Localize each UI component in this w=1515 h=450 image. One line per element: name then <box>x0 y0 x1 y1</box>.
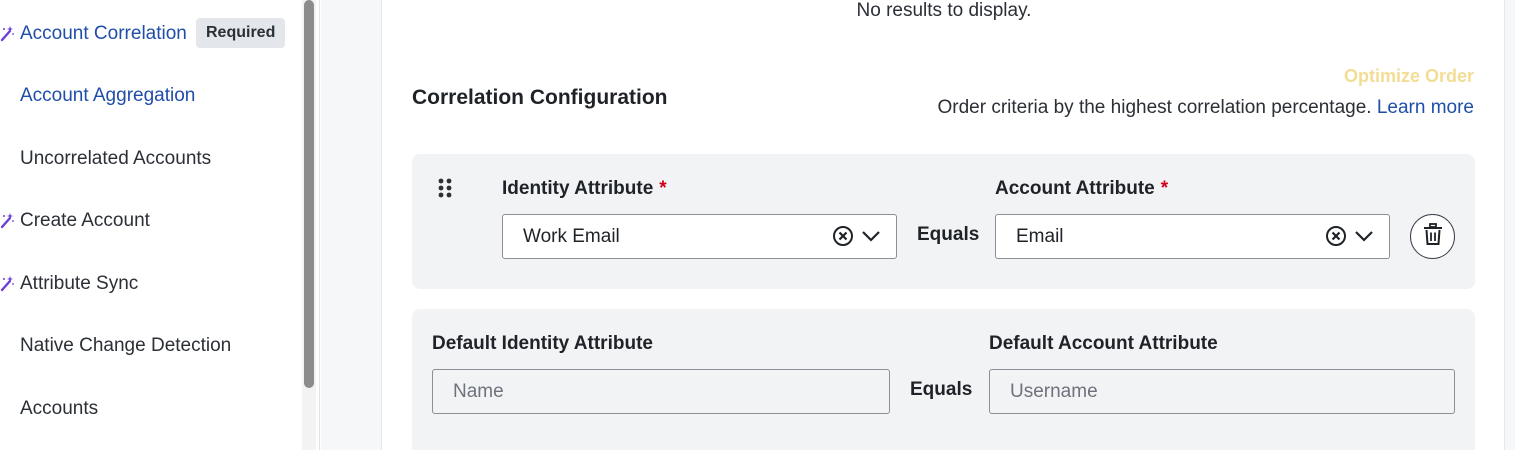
sidebar-item-label: Uncorrelated Accounts <box>20 148 212 169</box>
sidebar-item-native-change-detection[interactable]: Native Change Detection <box>0 326 300 366</box>
required-asterisk: * <box>1160 178 1169 199</box>
select-icons <box>1325 225 1375 253</box>
sidebar-item-create-account[interactable]: Create Account <box>0 201 300 241</box>
default-identity-attribute-label: Default Identity Attribute <box>432 333 653 354</box>
chevron-down-icon[interactable] <box>1353 225 1375 253</box>
delete-criteria-button[interactable] <box>1410 214 1455 259</box>
identity-attribute-value: Work Email <box>523 225 620 247</box>
account-attribute-label-text: Account Attribute <box>995 178 1155 199</box>
wand-icon <box>0 26 14 42</box>
sidebar-scrollbar-thumb[interactable] <box>304 0 314 388</box>
identity-attribute-label: Identity Attribute * <box>502 178 667 200</box>
optimize-order-button[interactable]: Optimize Order <box>1344 66 1474 87</box>
sidebar-item-attribute-sync[interactable]: Attribute Sync <box>0 264 300 304</box>
select-icons <box>832 225 882 253</box>
sidebar-item-account-correlation[interactable]: Account Correlation Required <box>0 14 300 54</box>
sidebar-item-accounts[interactable]: Accounts <box>0 389 300 429</box>
order-description-text: Order criteria by the highest correlatio… <box>937 97 1372 118</box>
section-title: Correlation Configuration <box>412 86 668 109</box>
sidebar-item-label: Attribute Sync <box>20 273 139 294</box>
required-badge: Required <box>196 18 286 48</box>
sidebar: Account Correlation Required Account Agg… <box>0 0 320 450</box>
sidebar-item-label: Native Change Detection <box>20 335 232 356</box>
sidebar-item-label: Create Account <box>20 210 150 231</box>
trash-icon <box>1423 223 1443 250</box>
sidebar-item-label: Accounts <box>20 398 99 419</box>
account-attribute-value: Email <box>1016 225 1064 247</box>
default-account-attribute-input[interactable] <box>989 369 1455 414</box>
clear-icon[interactable] <box>1325 225 1347 253</box>
order-description: Order criteria by the highest correlatio… <box>937 97 1474 119</box>
wand-icon <box>0 276 14 292</box>
account-attribute-label: Account Attribute * <box>995 178 1168 200</box>
default-account-attribute-label: Default Account Attribute <box>989 333 1218 354</box>
wand-icon <box>0 213 14 229</box>
learn-more-link[interactable]: Learn more <box>1377 97 1474 118</box>
drag-handle-icon[interactable] <box>437 177 453 201</box>
chevron-down-icon[interactable] <box>860 225 882 253</box>
sidebar-item-account-aggregation[interactable]: Account Aggregation <box>0 76 300 116</box>
clear-icon[interactable] <box>832 225 854 253</box>
equals-label: Equals <box>917 224 980 245</box>
equals-label: Equals <box>910 379 973 400</box>
sidebar-item-uncorrelated-accounts[interactable]: Uncorrelated Accounts <box>0 139 300 179</box>
identity-attribute-label-text: Identity Attribute <box>502 178 654 199</box>
identity-attribute-select[interactable]: Work Email <box>502 214 897 259</box>
required-asterisk: * <box>659 178 667 199</box>
account-attribute-select[interactable]: Email <box>995 214 1390 259</box>
sidebar-item-label: Account Aggregation <box>20 85 196 106</box>
no-results-text: No results to display. <box>856 0 1032 21</box>
default-identity-attribute-input[interactable] <box>432 369 890 414</box>
sidebar-item-label: Account Correlation <box>20 23 187 44</box>
